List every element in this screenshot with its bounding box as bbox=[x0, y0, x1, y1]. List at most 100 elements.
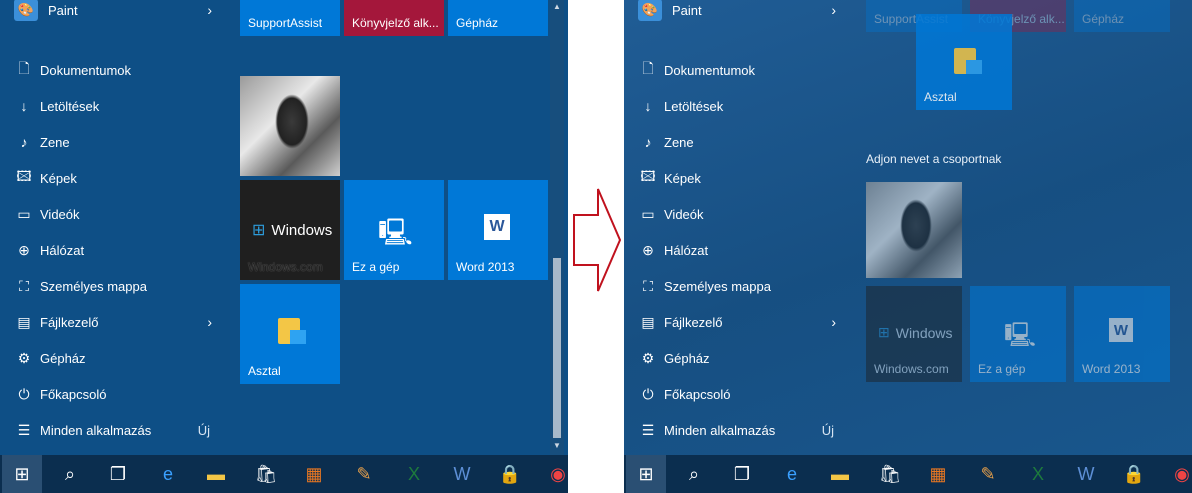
download-icon: ↓ bbox=[644, 98, 652, 114]
tile-photo[interactable] bbox=[866, 182, 962, 278]
person-folder-icon: ⛶ bbox=[643, 277, 653, 294]
menu-item-label: Gépház bbox=[40, 350, 86, 366]
tile-label: Ez a gép bbox=[978, 362, 1026, 376]
menu-item-label: Paint bbox=[672, 2, 702, 18]
tile-settings[interactable]: Gépház bbox=[1074, 0, 1170, 32]
tile-label: Gépház bbox=[1082, 12, 1125, 26]
task-view-icon[interactable]: ❐ bbox=[98, 455, 138, 493]
list-icon: ☰ bbox=[17, 421, 31, 438]
tile-desktop-dragging[interactable]: Asztal bbox=[916, 14, 1012, 110]
chevron-right-icon[interactable]: › bbox=[207, 314, 212, 330]
menu-item-network[interactable]: ⊕ Hálózat bbox=[10, 233, 220, 267]
scroll-up-icon[interactable]: ▲ bbox=[553, 2, 561, 11]
tile-windows[interactable]: ⊞ Windows Windows.com bbox=[240, 180, 340, 280]
keepass-icon[interactable]: 🔒 bbox=[1114, 455, 1154, 493]
chrome-icon[interactable]: ◉ bbox=[1162, 455, 1192, 493]
menu-item-label: Zene bbox=[664, 134, 694, 150]
search-icon[interactable]: ⌕ bbox=[674, 455, 714, 493]
person-folder-icon: ⛶ bbox=[19, 277, 29, 294]
scroll-thumb[interactable] bbox=[553, 258, 561, 438]
menu-item-documents[interactable]: 🗋 Dokumentumok bbox=[634, 53, 844, 87]
menu-item-label: Fájlkezelő bbox=[664, 314, 723, 330]
menu-item-label: Videók bbox=[40, 206, 80, 222]
tile-photo[interactable] bbox=[240, 76, 340, 176]
paint-icon: 🎨 bbox=[638, 0, 662, 21]
chevron-right-icon[interactable]: › bbox=[207, 2, 212, 18]
menu-item-personal-folder[interactable]: ⛶ Személyes mappa bbox=[10, 269, 220, 303]
picture-icon: 🖾 bbox=[640, 168, 656, 184]
tile-settings[interactable]: Gépház bbox=[448, 0, 548, 36]
menu-item-file-explorer[interactable]: ▤ Fájlkezelő › bbox=[634, 305, 844, 339]
tile-windows[interactable]: ⊞ Windows Windows.com bbox=[866, 286, 962, 382]
power-icon: ⏻ bbox=[18, 385, 30, 402]
menu-item-downloads[interactable]: ↓ Letöltések bbox=[10, 89, 220, 123]
menu-item-videos[interactable]: ▭ Videók bbox=[10, 197, 220, 231]
keepass-icon[interactable]: 🔒 bbox=[490, 455, 530, 493]
music-note-icon: ♪ bbox=[20, 134, 28, 150]
tile-desktop[interactable]: Asztal bbox=[240, 284, 340, 384]
office-icon[interactable]: ▦ bbox=[294, 455, 334, 493]
start-menu-list: 🎨 Paint › 🗋 Dokumentumok ↓ Letöltések ♪ … bbox=[0, 0, 230, 455]
menu-item-downloads[interactable]: ↓ Letöltések bbox=[634, 89, 844, 123]
menu-item-label: Fájlkezelő bbox=[40, 314, 99, 330]
chrome-icon[interactable]: ◉ bbox=[538, 455, 568, 493]
app-icon[interactable]: ✎ bbox=[344, 455, 384, 493]
menu-item-label: Dokumentumok bbox=[40, 62, 132, 78]
tile-this-pc[interactable]: 🖳 Ez a gép bbox=[344, 180, 444, 280]
menu-item-all-apps[interactable]: ☰ Minden alkalmazás Új bbox=[10, 413, 220, 447]
start-menu-after: 🎨 Paint › 🗋 Dokumentumok ↓ Letöltések ♪ … bbox=[624, 0, 1192, 493]
start-menu-before: 🎨 Paint › 🗋 Dokumentumok ↓ Letöltések ♪ … bbox=[0, 0, 568, 493]
globe-icon: ⊕ bbox=[642, 241, 654, 258]
tile-ebook[interactable]: Könyvjelző alk... bbox=[344, 0, 444, 36]
start-button-icon[interactable]: ⊞ bbox=[2, 455, 42, 493]
group-name-prompt[interactable]: Adjon nevet a csoportnak bbox=[866, 152, 1001, 166]
excel-icon[interactable]: X bbox=[394, 455, 434, 493]
menu-item-paint[interactable]: 🎨 Paint › bbox=[10, 0, 220, 27]
globe-icon: ⊕ bbox=[18, 241, 30, 258]
menu-item-documents[interactable]: 🗋 Dokumentumok bbox=[10, 53, 220, 87]
app-icon[interactable]: ✎ bbox=[968, 455, 1008, 493]
scroll-down-icon[interactable]: ▼ bbox=[553, 441, 561, 450]
windows-logo-icon: ⊞ bbox=[878, 324, 890, 340]
file-explorer-icon[interactable]: ▬ bbox=[196, 455, 236, 493]
chevron-right-icon[interactable]: › bbox=[831, 2, 836, 18]
taskbar: ⊞ ⌕ ❐ e ▬ 🛍 ▦ ✎ X W 🔒 ◉ bbox=[624, 455, 1192, 493]
office-icon[interactable]: ▦ bbox=[918, 455, 958, 493]
menu-item-videos[interactable]: ▭ Videók bbox=[634, 197, 844, 231]
excel-icon[interactable]: X bbox=[1018, 455, 1058, 493]
file-explorer-icon[interactable]: ▬ bbox=[820, 455, 860, 493]
menu-item-pictures[interactable]: 🖾 Képek bbox=[634, 161, 844, 195]
tile-word[interactable]: W Word 2013 bbox=[448, 180, 548, 280]
store-icon[interactable]: 🛍 bbox=[870, 455, 910, 493]
tile-this-pc[interactable]: 🖳 Ez a gép bbox=[970, 286, 1066, 382]
tile-word[interactable]: W Word 2013 bbox=[1074, 286, 1170, 382]
word-taskbar-icon[interactable]: W bbox=[1066, 455, 1106, 493]
menu-item-pictures[interactable]: 🖾 Képek bbox=[10, 161, 220, 195]
menu-item-power[interactable]: ⏻ Főkapcsoló bbox=[10, 377, 220, 411]
video-icon: ▭ bbox=[641, 205, 655, 222]
picture-icon: 🖾 bbox=[16, 168, 32, 184]
search-icon[interactable]: ⌕ bbox=[50, 455, 90, 493]
edge-icon[interactable]: e bbox=[772, 455, 812, 493]
store-icon[interactable]: 🛍 bbox=[246, 455, 286, 493]
word-taskbar-icon[interactable]: W bbox=[442, 455, 482, 493]
menu-item-settings[interactable]: ⚙ Gépház bbox=[10, 341, 220, 375]
menu-item-settings[interactable]: ⚙ Gépház bbox=[634, 341, 844, 375]
edge-icon[interactable]: e bbox=[148, 455, 188, 493]
chevron-right-icon[interactable]: › bbox=[831, 314, 836, 330]
menu-item-label: Főkapcsoló bbox=[664, 386, 731, 402]
tile-supportassist[interactable]: SupportAssist bbox=[240, 0, 340, 36]
tile-label: Gépház bbox=[456, 16, 499, 30]
menu-item-all-apps[interactable]: ☰ Minden alkalmazás Új bbox=[634, 413, 844, 447]
scrollbar[interactable]: ▲ ▼ bbox=[550, 0, 564, 455]
menu-item-paint[interactable]: 🎨 Paint › bbox=[634, 0, 844, 27]
menu-item-power[interactable]: ⏻ Főkapcsoló bbox=[634, 377, 844, 411]
menu-item-network[interactable]: ⊕ Hálózat bbox=[634, 233, 844, 267]
task-view-icon[interactable]: ❐ bbox=[722, 455, 762, 493]
menu-item-file-explorer[interactable]: ▤ Fájlkezelő › bbox=[10, 305, 220, 339]
start-button-icon[interactable]: ⊞ bbox=[626, 455, 666, 493]
menu-item-music[interactable]: ♪ Zene bbox=[10, 125, 220, 159]
gear-icon: ⚙ bbox=[17, 349, 31, 366]
menu-item-music[interactable]: ♪ Zene bbox=[634, 125, 844, 159]
menu-item-personal-folder[interactable]: ⛶ Személyes mappa bbox=[634, 269, 844, 303]
